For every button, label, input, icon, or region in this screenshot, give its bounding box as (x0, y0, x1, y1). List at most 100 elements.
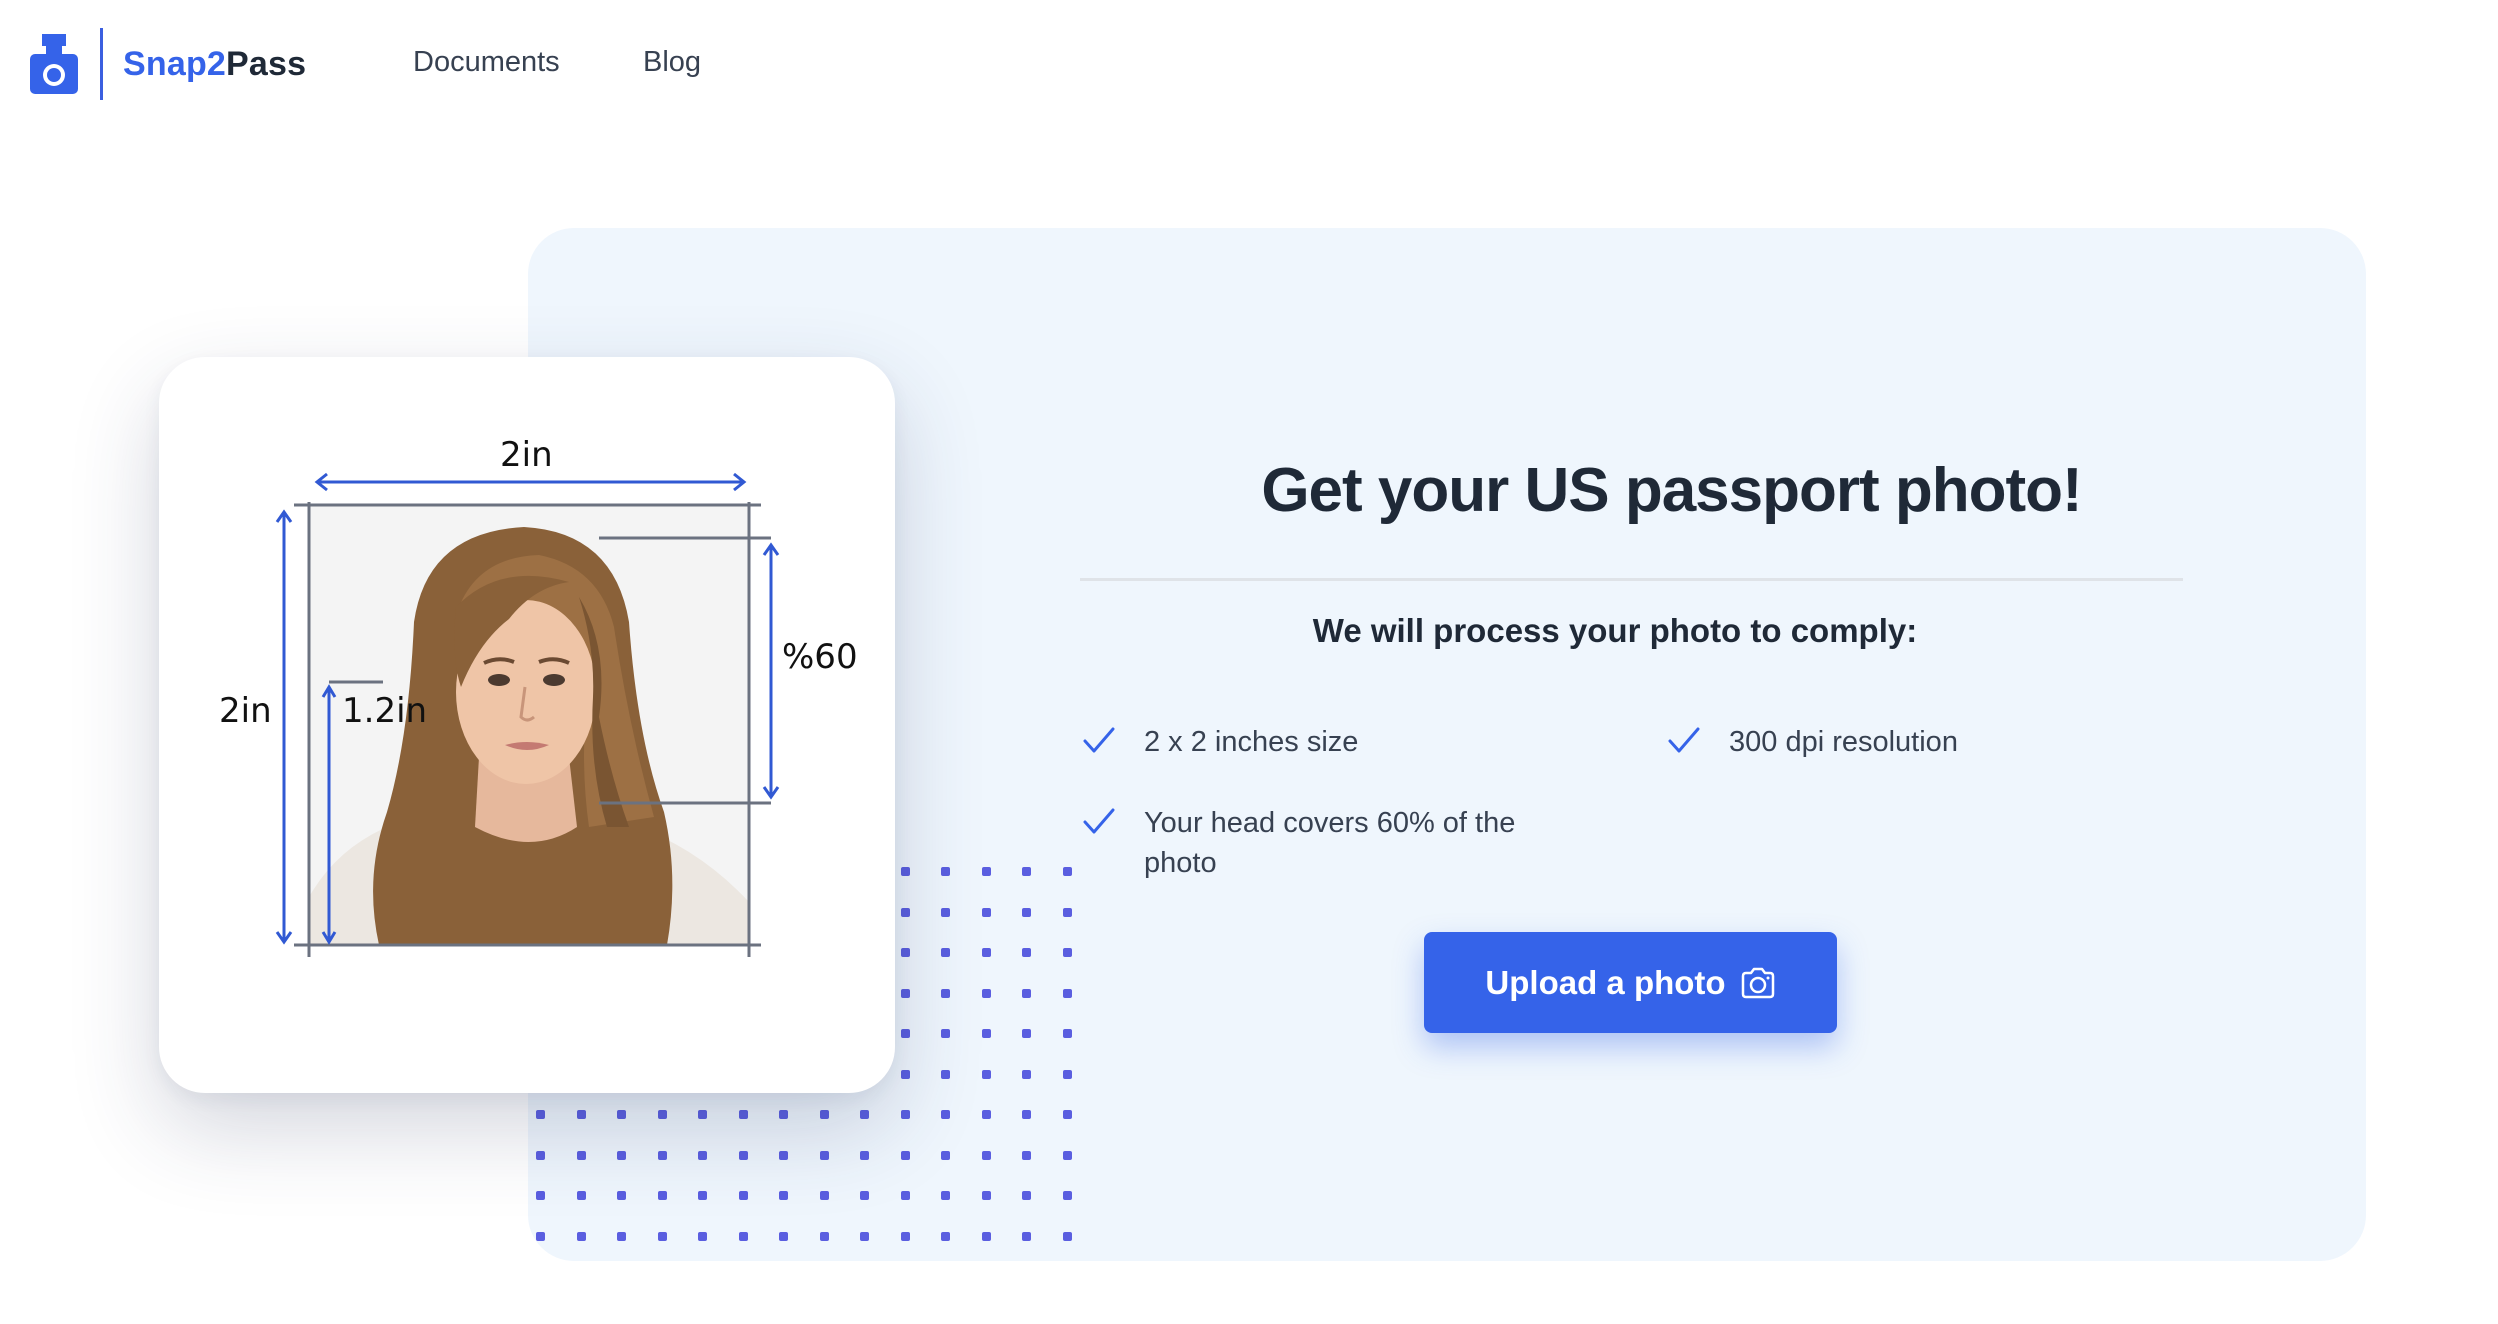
logo-link[interactable]: Snap2Pass (30, 28, 306, 100)
decorative-dot (941, 1069, 950, 1079)
decorative-dot (1062, 1191, 1072, 1200)
decorative-dot (738, 1231, 748, 1241)
decorative-dot (576, 1150, 586, 1160)
nav-documents[interactable]: Documents (413, 46, 560, 79)
photo-width-label: 2in (500, 435, 553, 475)
decorative-dot (536, 1110, 545, 1119)
decorative-dot (860, 1110, 869, 1119)
decorative-dot (1062, 907, 1072, 917)
requirement-text: 2 x 2 inches size (1144, 726, 1359, 758)
chin-height-label: 1.2in (342, 691, 428, 731)
page-title: Get your US passport photo! (1261, 456, 2082, 525)
decorative-dot (860, 1231, 869, 1241)
decorative-dot (900, 988, 910, 998)
decorative-dot (1022, 867, 1031, 876)
title-divider (1080, 578, 2183, 581)
requirement-text: Your head covers 60% of the photo (1144, 807, 1516, 879)
decorative-dot (819, 1110, 829, 1119)
check-icon (1083, 727, 1115, 753)
decorative-dot (941, 948, 950, 957)
decorative-dot (657, 1150, 667, 1160)
passport-photo-card: 2in 2in 1.2in %60 (159, 357, 895, 1093)
decorative-dot (617, 1110, 626, 1119)
decorative-dot (657, 1191, 667, 1200)
decorative-dot (900, 1069, 910, 1079)
decorative-dot (617, 1191, 626, 1200)
site-header: Snap2Pass Documents Blog (0, 0, 2498, 130)
decorative-dot (981, 1069, 991, 1079)
logo-divider (100, 28, 103, 100)
head-ratio-label: %60 (782, 637, 858, 677)
decorative-dot (576, 1110, 586, 1119)
decorative-dot (941, 1191, 950, 1200)
decorative-dot (981, 907, 991, 917)
decorative-dot (698, 1231, 707, 1241)
decorative-dot (779, 1231, 788, 1241)
upload-photo-button[interactable]: Upload a photo (1424, 932, 1837, 1033)
decorative-dot (1062, 988, 1072, 998)
decorative-dot (617, 1231, 626, 1241)
decorative-dot (941, 867, 950, 876)
decorative-dot (981, 1191, 991, 1200)
decorative-dot (1022, 1150, 1031, 1160)
decorative-dot (900, 1191, 910, 1200)
decorative-dot (981, 867, 991, 876)
decorative-dot (536, 1231, 545, 1241)
requirement-text: 300 dpi resolution (1729, 726, 1958, 758)
photo-height-label: 2in (219, 691, 272, 731)
decorative-dot (941, 907, 950, 917)
decorative-dot (900, 1150, 910, 1160)
decorative-dot (819, 1191, 829, 1200)
decorative-dot (738, 1191, 748, 1200)
decorative-dot (779, 1110, 788, 1119)
decorative-dot (1022, 948, 1031, 957)
decorative-dot (1022, 988, 1031, 998)
decorative-dot (1022, 1231, 1031, 1241)
requirements-heading: We will process your photo to comply: (1312, 612, 1918, 649)
decorative-dot (860, 1191, 869, 1200)
decorative-dot (900, 1231, 910, 1241)
decorative-dot (779, 1150, 788, 1160)
decorative-dot (617, 1150, 626, 1160)
decorative-dot (1062, 867, 1072, 876)
decorative-dot (981, 988, 991, 998)
decorative-dot (1022, 1069, 1031, 1079)
decorative-dot (819, 1231, 829, 1241)
decorative-dot (657, 1231, 667, 1241)
decorative-dot (941, 1029, 950, 1038)
camera-logo-icon (30, 34, 78, 94)
decorative-dot (1062, 1069, 1072, 1079)
decorative-dot (941, 988, 950, 998)
camera-icon (1741, 967, 1774, 998)
decorative-dot (1062, 1110, 1072, 1119)
check-icon (1083, 808, 1115, 834)
decorative-dot (941, 1110, 950, 1119)
decorative-dot (1062, 1231, 1072, 1241)
decorative-dot (698, 1191, 707, 1200)
decorative-dot (738, 1150, 748, 1160)
decorative-dot (941, 1231, 950, 1241)
decorative-dot (1022, 1110, 1031, 1119)
decorative-dot (536, 1191, 545, 1200)
decorative-dot (981, 1231, 991, 1241)
decorative-dot (1062, 948, 1072, 957)
decorative-dot (698, 1150, 707, 1160)
decorative-dot (981, 1150, 991, 1160)
decorative-dot (738, 1110, 748, 1119)
decorative-dot (900, 907, 910, 917)
decorative-dot (576, 1231, 586, 1241)
decorative-dot (1022, 1191, 1031, 1200)
decorative-dot (779, 1191, 788, 1200)
decorative-dot (819, 1150, 829, 1160)
nav-blog[interactable]: Blog (643, 46, 701, 79)
decorative-dot (657, 1110, 667, 1119)
decorative-dot (900, 867, 910, 876)
decorative-dot (1022, 907, 1031, 917)
decorative-dot (698, 1110, 707, 1119)
decorative-dot (981, 1110, 991, 1119)
decorative-dot (900, 1029, 910, 1038)
decorative-dot (576, 1191, 586, 1200)
check-icon (1668, 727, 1700, 753)
brand-name: Snap2Pass (123, 44, 307, 83)
decorative-dot (536, 1150, 545, 1160)
